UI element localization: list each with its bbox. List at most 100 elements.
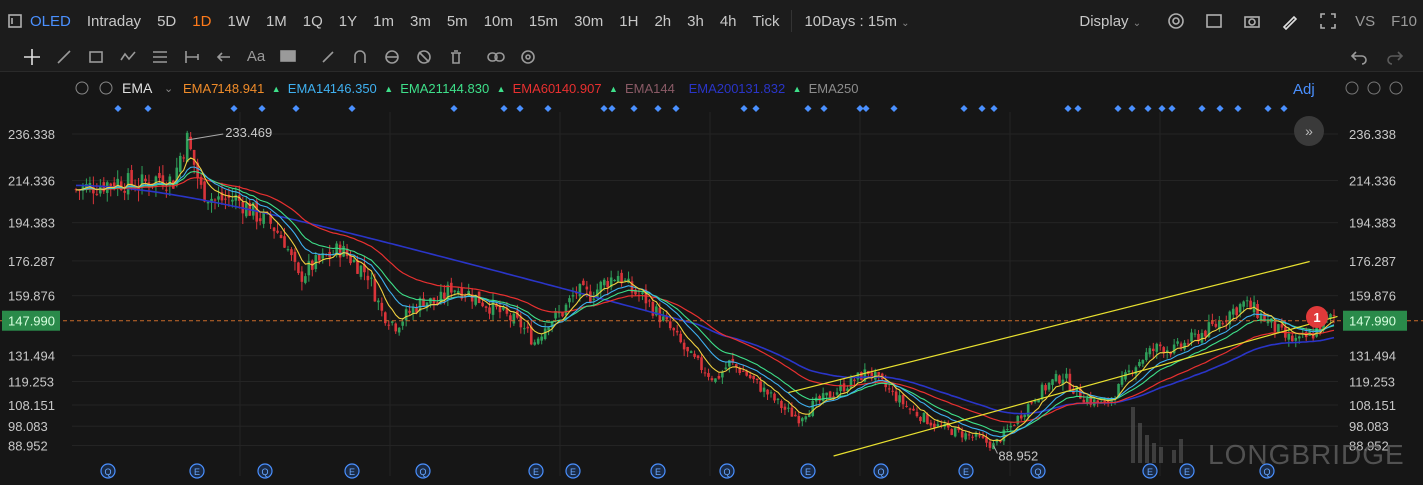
indicator-label: EMA7 xyxy=(183,81,218,96)
candle-body xyxy=(568,298,571,303)
fibonacci-icon[interactable] xyxy=(144,43,176,71)
candle-body xyxy=(602,279,606,286)
period-tab-tick[interactable]: Tick xyxy=(745,13,788,30)
candle-body xyxy=(349,255,352,264)
ticker-symbol[interactable]: OLED xyxy=(26,13,79,30)
comment-icon[interactable] xyxy=(272,43,304,71)
candle-body xyxy=(373,278,377,302)
candle-body xyxy=(700,357,703,371)
candle-body xyxy=(231,199,234,202)
period-tab-2h[interactable]: 2h xyxy=(646,13,679,30)
period-tab-15m[interactable]: 15m xyxy=(521,13,566,30)
y-tick-label-right: 236.338 xyxy=(1349,127,1396,142)
redo-icon[interactable] xyxy=(1379,43,1411,71)
candle-body xyxy=(686,346,689,352)
arrow-left-icon[interactable] xyxy=(208,43,240,71)
candle-body xyxy=(383,312,387,324)
chart-icon[interactable] xyxy=(4,10,26,32)
gear-icon[interactable] xyxy=(1165,10,1187,32)
candlestick-chart[interactable]: EMA ⌄ EMA7148.941 ▲ EMA14 146.350 ▲ EMA21 144.83… xyxy=(0,72,1423,485)
undo-icon[interactable] xyxy=(1343,43,1375,71)
crosshair-move-icon[interactable] xyxy=(16,43,48,71)
candle-body xyxy=(776,398,780,400)
candle-body xyxy=(217,196,220,200)
candle-body xyxy=(967,434,971,436)
adj-toggle[interactable]: Adj xyxy=(1293,81,1315,98)
period-tab-4h[interactable]: 4h xyxy=(712,13,745,30)
pencil-icon[interactable] xyxy=(1279,10,1301,32)
candle-body xyxy=(613,280,616,282)
hide-icon[interactable] xyxy=(408,43,440,71)
y-tick-label-left: 147.990 xyxy=(8,314,55,329)
period-tab-1y[interactable]: 1Y xyxy=(331,13,365,30)
high-label: 233.469 xyxy=(225,125,272,140)
candle-body xyxy=(126,173,130,195)
camera-icon[interactable] xyxy=(1241,10,1263,32)
candle-body xyxy=(908,408,912,410)
display-menu[interactable]: Display ⌄ xyxy=(1071,13,1149,30)
vs-button[interactable]: VS xyxy=(1355,13,1375,30)
layout-icon[interactable] xyxy=(1203,10,1225,32)
candle-body xyxy=(359,265,363,277)
trash-icon[interactable] xyxy=(440,43,472,71)
event-marker-label: E xyxy=(1147,467,1153,477)
pattern-tool-icon[interactable] xyxy=(112,43,144,71)
rectangle-tool-icon[interactable] xyxy=(80,43,112,71)
longbridge-logo-bar xyxy=(1152,443,1156,463)
candle-body xyxy=(394,323,398,332)
candle-body xyxy=(752,375,755,380)
measure-icon[interactable] xyxy=(176,43,208,71)
candle-body xyxy=(703,372,707,374)
magnet-icon[interactable] xyxy=(344,43,376,71)
period-tab-1q[interactable]: 1Q xyxy=(295,13,331,30)
candle-body xyxy=(832,396,835,398)
period-tab-10m[interactable]: 10m xyxy=(476,13,521,30)
event-marker-label: Q xyxy=(104,467,111,477)
candle-body xyxy=(1256,304,1259,318)
candle-body xyxy=(582,280,585,286)
candle-body xyxy=(672,327,676,331)
chevron-down-icon: ⌄ xyxy=(164,83,173,95)
brush-icon[interactable] xyxy=(312,43,344,71)
fullscreen-icon[interactable] xyxy=(1317,10,1339,32)
top-toolbar: OLED Intraday 5D 1D 1W 1M 1Q 1Y 1m 3m 5m 10m 15m 30m… xyxy=(0,0,1423,42)
candle-body xyxy=(411,307,415,314)
candle-body xyxy=(981,436,985,438)
candle-body xyxy=(529,326,533,345)
candle-body xyxy=(338,244,342,258)
period-tab-30m[interactable]: 30m xyxy=(566,13,611,30)
y-tick-label-right: 147.990 xyxy=(1349,314,1396,329)
candle-body xyxy=(130,170,133,186)
period-tab-1m[interactable]: 1m xyxy=(365,13,402,30)
period-tab-3m[interactable]: 3m xyxy=(402,13,439,30)
period-tab-intraday[interactable]: Intraday xyxy=(79,13,149,30)
candle-body xyxy=(915,411,919,417)
indicator-value: 146.350 xyxy=(330,81,377,96)
trend-line-icon[interactable] xyxy=(48,43,80,71)
settings-icon[interactable] xyxy=(512,43,544,71)
candle-body xyxy=(1120,376,1124,385)
candle-body xyxy=(1277,324,1280,333)
candle-body xyxy=(258,218,262,222)
period-tab-3h[interactable]: 3h xyxy=(679,13,712,30)
candle-body xyxy=(682,342,686,350)
visibility-icon[interactable] xyxy=(376,43,408,71)
up-arrow-icon: ▲ xyxy=(793,84,802,94)
candle-body xyxy=(668,321,672,329)
candle-body xyxy=(741,370,745,372)
period-tab-5m[interactable]: 5m xyxy=(439,13,476,30)
chart-area[interactable]: EMA ⌄ EMA7 148.941 ▲ EMA14 146.350 ▲ EMA21 144.83… xyxy=(0,72,1423,485)
indicator-label: EMA21 xyxy=(400,81,443,96)
period-tab-1w[interactable]: 1W xyxy=(219,13,258,30)
candle-body xyxy=(891,390,894,392)
period-tab-1d[interactable]: 1D xyxy=(184,13,219,30)
candle-body xyxy=(762,387,766,392)
link-icon[interactable] xyxy=(480,43,512,71)
text-tool-icon[interactable]: Aa xyxy=(240,43,272,71)
multi-period-selector[interactable]: 10Days : 15m ⌄ xyxy=(796,13,917,30)
longbridge-logo-bar xyxy=(1179,439,1183,463)
period-tab-5d[interactable]: 5D xyxy=(149,13,184,30)
period-tab-1h[interactable]: 1H xyxy=(611,13,646,30)
f10-button[interactable]: F10 xyxy=(1391,13,1417,30)
period-tab-1m[interactable]: 1M xyxy=(258,13,295,30)
